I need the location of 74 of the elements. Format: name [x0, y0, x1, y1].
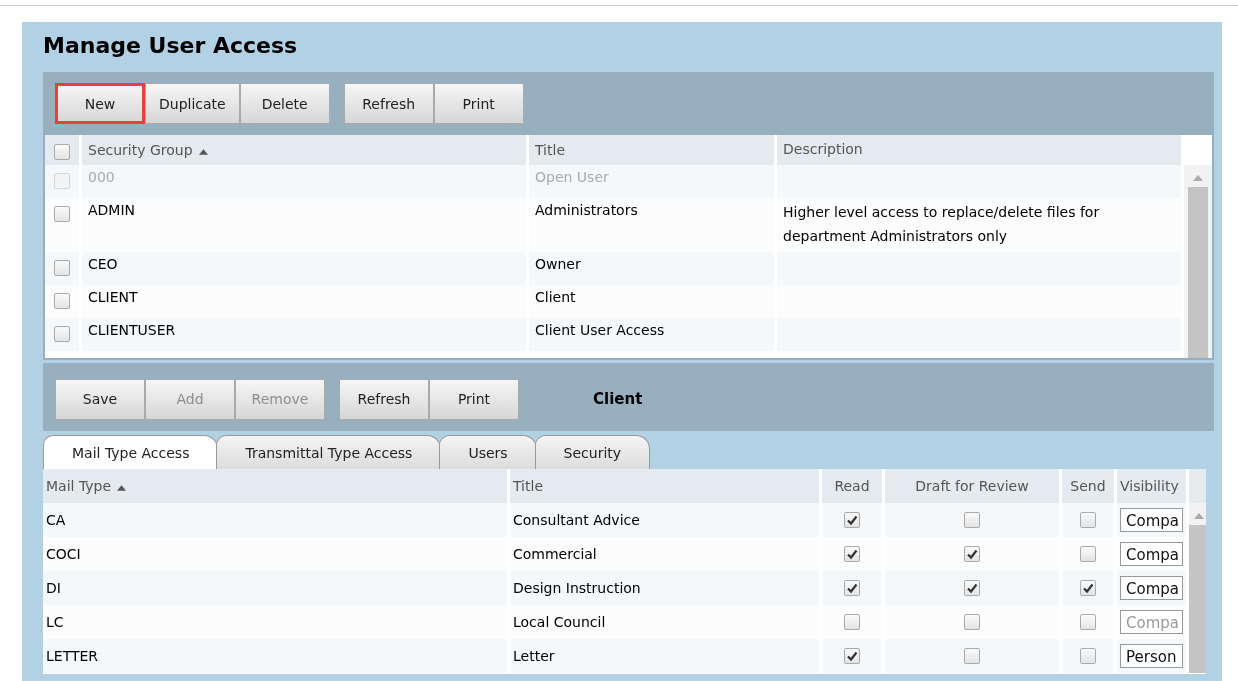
page-title: Manage User Access: [43, 32, 299, 60]
checkbox[interactable]: [964, 580, 980, 596]
table-cell: Commercial: [513, 546, 597, 562]
checkbox[interactable]: [964, 512, 980, 528]
toolbar-button[interactable]: Refresh: [343, 83, 434, 124]
table-cell: CA: [46, 512, 66, 528]
column-header[interactable]: Title: [535, 142, 565, 158]
scrollbar[interactable]: [1184, 165, 1212, 358]
toolbar-button[interactable]: Refresh: [339, 378, 429, 420]
table-cell: CLIENTUSER: [88, 322, 176, 338]
checkbox[interactable]: [1080, 614, 1096, 630]
tab[interactable]: Transmittal Type Access: [216, 435, 442, 469]
checkbox[interactable]: [1080, 648, 1096, 664]
selected-group-label: Client: [593, 390, 643, 408]
checkbox[interactable]: [54, 326, 70, 342]
checkbox[interactable]: [1080, 546, 1096, 562]
column-header[interactable]: Security Group: [88, 142, 208, 158]
toolbar-button[interactable]: Duplicate: [145, 83, 240, 124]
table-cell: Client: [535, 289, 576, 305]
toolbar-button[interactable]: Save: [55, 378, 145, 420]
visibility-field[interactable]: Compa: [1120, 576, 1183, 600]
table-cell: Local Council: [513, 614, 606, 630]
tab[interactable]: Mail Type Access: [43, 435, 219, 469]
checkbox[interactable]: [964, 614, 980, 630]
checkbox[interactable]: [844, 648, 860, 664]
table-cell: 000: [88, 169, 115, 185]
column-header[interactable]: Title: [513, 478, 543, 494]
column-header[interactable]: Description: [783, 137, 863, 161]
column-header[interactable]: Draft for Review: [915, 478, 1029, 494]
toolbar-button[interactable]: New: [55, 83, 145, 124]
tab[interactable]: Security: [534, 435, 651, 469]
column-header[interactable]: Read: [834, 478, 870, 494]
scroll-up-icon[interactable]: [1193, 175, 1203, 181]
table-cell: COCI: [46, 546, 81, 562]
table-cell: Owner: [535, 256, 581, 272]
toolbar-button[interactable]: Print: [429, 378, 519, 420]
checkbox[interactable]: [844, 546, 860, 562]
column-header[interactable]: Mail Type: [46, 478, 127, 494]
checkbox[interactable]: [964, 648, 980, 664]
column-header[interactable]: Send: [1070, 478, 1106, 494]
column-header[interactable]: Visibility: [1120, 478, 1179, 494]
table-cell: CLIENT: [88, 289, 138, 305]
table-cell: Administrators: [535, 202, 638, 218]
toolbar-button[interactable]: Delete: [239, 83, 330, 124]
table-cell: Consultant Advice: [513, 512, 640, 528]
table-cell: ADMIN: [88, 202, 136, 218]
checkbox[interactable]: [54, 144, 70, 160]
table-cell: LETTER: [46, 648, 99, 664]
checkbox[interactable]: [1080, 512, 1096, 528]
checkbox[interactable]: [54, 260, 70, 276]
checkbox[interactable]: [844, 614, 860, 630]
table-cell-text: Higher level access to replace/delete files for department Administrators only: [783, 203, 1101, 246]
tab[interactable]: Users: [439, 435, 537, 469]
sort-up-icon: [117, 485, 127, 491]
checkbox[interactable]: [54, 293, 70, 309]
table-cell: Open User: [535, 169, 609, 185]
checkbox[interactable]: [964, 546, 980, 562]
table-cell: CEO: [88, 256, 118, 272]
table-cell: Letter: [513, 648, 555, 664]
checkbox[interactable]: [844, 580, 860, 596]
visibility-field[interactable]: Compa: [1120, 508, 1183, 532]
table-cell: LC: [46, 614, 64, 630]
checkbox[interactable]: [1080, 580, 1096, 596]
checkbox[interactable]: [54, 206, 70, 222]
scrollbar[interactable]: [1189, 503, 1206, 673]
visibility-field[interactable]: Person: [1120, 644, 1183, 668]
table-cell: DI: [46, 580, 61, 596]
toolbar-button[interactable]: Print: [433, 83, 524, 124]
visibility-field[interactable]: Compa: [1120, 542, 1183, 566]
scroll-up-icon[interactable]: [1194, 513, 1204, 519]
checkbox[interactable]: [844, 512, 860, 528]
table-cell: Design Instruction: [513, 580, 641, 596]
table-cell: Client User Access: [535, 322, 665, 338]
sort-up-icon: [198, 149, 208, 155]
